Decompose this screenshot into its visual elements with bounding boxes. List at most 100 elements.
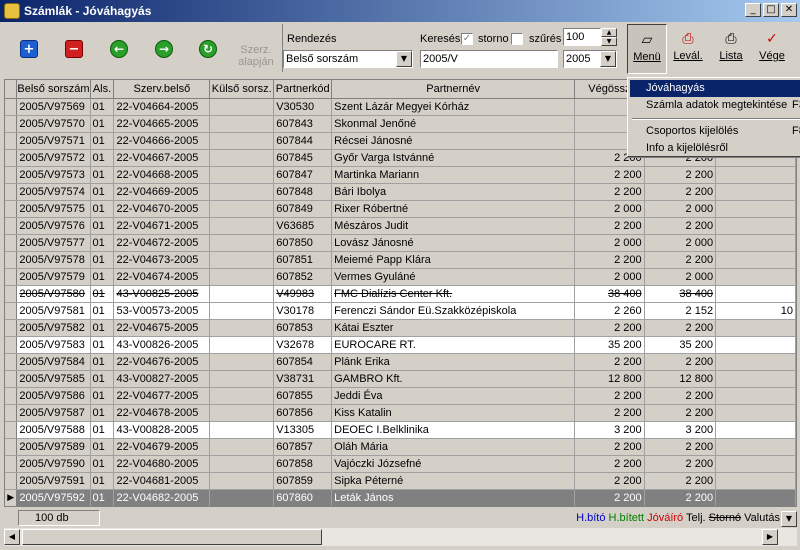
table-cell	[715, 387, 796, 405]
row-indicator[interactable]	[5, 115, 18, 133]
chevron-down-icon[interactable]: ▼	[396, 51, 412, 67]
row-indicator[interactable]	[5, 336, 18, 354]
table-cell: 01	[90, 200, 115, 218]
table-row[interactable]: 2005/V97585 01 43-V00827-2005 V38731 GAMBRO …	[5, 370, 796, 388]
row-indicator[interactable]	[5, 353, 18, 371]
row-indicator[interactable]	[5, 183, 18, 201]
row-indicator[interactable]	[5, 387, 18, 405]
table-row[interactable]: 2005/V97576 01 22-V04671-2005 V63685 Mészáro…	[5, 217, 796, 235]
delete-icon[interactable]: −	[65, 40, 83, 58]
search-input[interactable]: 2005/V	[420, 50, 558, 68]
table-cell	[209, 421, 275, 439]
row-indicator[interactable]	[5, 149, 18, 167]
column-header[interactable]: Külső sorsz.	[209, 80, 275, 99]
column-header[interactable]: Partnernév	[331, 80, 576, 99]
table-cell	[209, 183, 275, 201]
table-cell: 2 000	[574, 268, 645, 286]
table-row[interactable]: 2005/V97590 01 22-V04680-2005 607858 Vajóczk…	[5, 455, 796, 473]
szerz-alapjan-button[interactable]: Szerz. alapján	[236, 44, 276, 68]
table-cell: 2005/V97576	[16, 217, 91, 235]
row-indicator[interactable]	[5, 404, 18, 422]
menu-item-szamla-adatok[interactable]: Számla adatok megtekintése F3	[630, 97, 800, 114]
table-cell	[209, 455, 275, 473]
table-cell: FMC Dialízis Center Kft.	[331, 285, 576, 303]
count-spinner[interactable]: ▲ ▼	[601, 28, 617, 46]
table-row[interactable]: 2005/V97578 01 22-V04673-2005 607851 Meiemé …	[5, 251, 796, 269]
table-row[interactable]: ▶ 2005/V97592 01 22-V04682-2005 607860 Leták …	[5, 489, 796, 506]
table-row[interactable]: 2005/V97589 01 22-V04679-2005 607857 Oláh Má…	[5, 438, 796, 456]
table-cell: 2005/V97589	[16, 438, 91, 456]
table-cell: Martinka Mariann	[331, 166, 576, 184]
refresh-icon[interactable]: ↻	[199, 40, 217, 58]
scroll-right-button[interactable]: ▶	[762, 529, 778, 545]
menu-button[interactable]: ▱ Menü	[627, 24, 667, 74]
vege-button[interactable]: ✓ Vége	[752, 24, 792, 74]
minimize-button[interactable]: _	[745, 3, 761, 17]
year-select[interactable]: 2005 ▼	[563, 50, 617, 68]
row-indicator[interactable]	[5, 472, 18, 490]
storno-checkbox[interactable]: ✓	[461, 33, 473, 45]
row-indicator[interactable]	[5, 166, 18, 184]
column-header[interactable]: Belső sorszám	[16, 80, 91, 99]
menu-item-jovahagyas[interactable]: Jóváhagyás	[630, 80, 800, 97]
row-indicator[interactable]	[5, 132, 18, 150]
table-row[interactable]: 2005/V97586 01 22-V04677-2005 607855 Jeddi É…	[5, 387, 796, 405]
next-icon[interactable]: →	[155, 40, 173, 58]
column-header[interactable]: Als.	[90, 80, 115, 99]
row-indicator[interactable]	[5, 438, 18, 456]
leval-button[interactable]: ⎙ Levál.	[668, 24, 708, 74]
row-indicator[interactable]	[5, 421, 18, 439]
row-indicator[interactable]	[5, 285, 18, 303]
table-cell: 2005/V97582	[16, 319, 91, 337]
column-header[interactable]: Szerv.belső	[113, 80, 211, 99]
column-header[interactable]: Partnerkód	[273, 80, 333, 99]
table-row[interactable]: 2005/V97577 01 22-V04672-2005 607850 Lovász …	[5, 234, 796, 252]
add-icon[interactable]: +	[20, 40, 38, 58]
prev-icon[interactable]: ←	[110, 40, 128, 58]
table-cell	[209, 302, 275, 320]
row-indicator[interactable]	[5, 268, 18, 286]
maximize-button[interactable]: □	[763, 3, 779, 17]
table-row[interactable]: 2005/V97579 01 22-V04674-2005 607852 Vermes …	[5, 268, 796, 286]
table-row[interactable]: 2005/V97574 01 22-V04669-2005 607848 Bári Ib…	[5, 183, 796, 201]
menu-item-label: Jóváhagyás	[646, 82, 705, 94]
row-indicator[interactable]	[5, 200, 18, 218]
table-row[interactable]: 2005/V97584 01 22-V04676-2005 607854 Plánk E…	[5, 353, 796, 371]
menu-item-csoportos-kijeloles[interactable]: Csoportos kijelölés F8	[630, 123, 800, 140]
close-button[interactable]: ✕	[781, 3, 797, 17]
chevron-down-icon[interactable]: ▼	[600, 51, 616, 67]
sort-select[interactable]: Belső sorszám ▼	[283, 50, 413, 68]
table-row[interactable]: 2005/V97583 01 43-V00826-2005 V32678 EUROCAR…	[5, 336, 796, 354]
szures-checkbox[interactable]	[511, 33, 523, 45]
horizontal-scroll-thumb[interactable]	[22, 529, 322, 545]
table-cell: 22-V04680-2005	[113, 455, 211, 473]
table-cell: Bári Ibolya	[331, 183, 576, 201]
count-input[interactable]: 100	[563, 28, 601, 46]
table-row[interactable]: 2005/V97581 01 53-V00573-2005 V30178 Ferencz…	[5, 302, 796, 320]
table-row[interactable]: 2005/V97591 01 22-V04681-2005 607859 Sipka P…	[5, 472, 796, 490]
scroll-left-button[interactable]: ◀	[4, 529, 20, 545]
lista-button[interactable]: ⎙ Lista	[711, 24, 751, 74]
row-indicator[interactable]	[5, 319, 18, 337]
table-row[interactable]: 2005/V97588 01 43-V00828-2005 V13305 DEOEC I…	[5, 421, 796, 439]
row-indicator[interactable]	[5, 234, 18, 252]
table-row[interactable]: 2005/V97580 01 43-V00825-2005 V49983 FMC Dia…	[5, 285, 796, 303]
table-row[interactable]: 2005/V97582 01 22-V04675-2005 607853 Kátai E…	[5, 319, 796, 337]
row-indicator[interactable]	[5, 251, 18, 269]
leval-button-label: Levál.	[673, 50, 703, 62]
table-cell: 43-V00827-2005	[113, 370, 211, 388]
table-row[interactable]: 2005/V97587 01 22-V04678-2005 607856 Kiss Ka…	[5, 404, 796, 422]
sort-select-value: Belső sorszám	[286, 53, 359, 65]
table-cell: Meiemé Papp Klára	[331, 251, 576, 269]
row-indicator[interactable]	[5, 370, 18, 388]
table-row[interactable]: 2005/V97573 01 22-V04668-2005 607847 Martink…	[5, 166, 796, 184]
table-row[interactable]: 2005/V97575 01 22-V04670-2005 607849 Rixer R…	[5, 200, 796, 218]
row-indicator[interactable]: ▶	[5, 489, 18, 506]
scroll-down-button[interactable]: ▼	[781, 511, 797, 527]
menu-item-info-kijelolesrol[interactable]: Info a kijelölésről	[630, 140, 800, 157]
row-indicator[interactable]	[5, 302, 18, 320]
row-indicator[interactable]	[5, 455, 18, 473]
horizontal-scrollbar[interactable]: ◀ ▶	[4, 528, 797, 546]
row-indicator[interactable]	[5, 217, 18, 235]
row-indicator[interactable]	[5, 98, 18, 116]
